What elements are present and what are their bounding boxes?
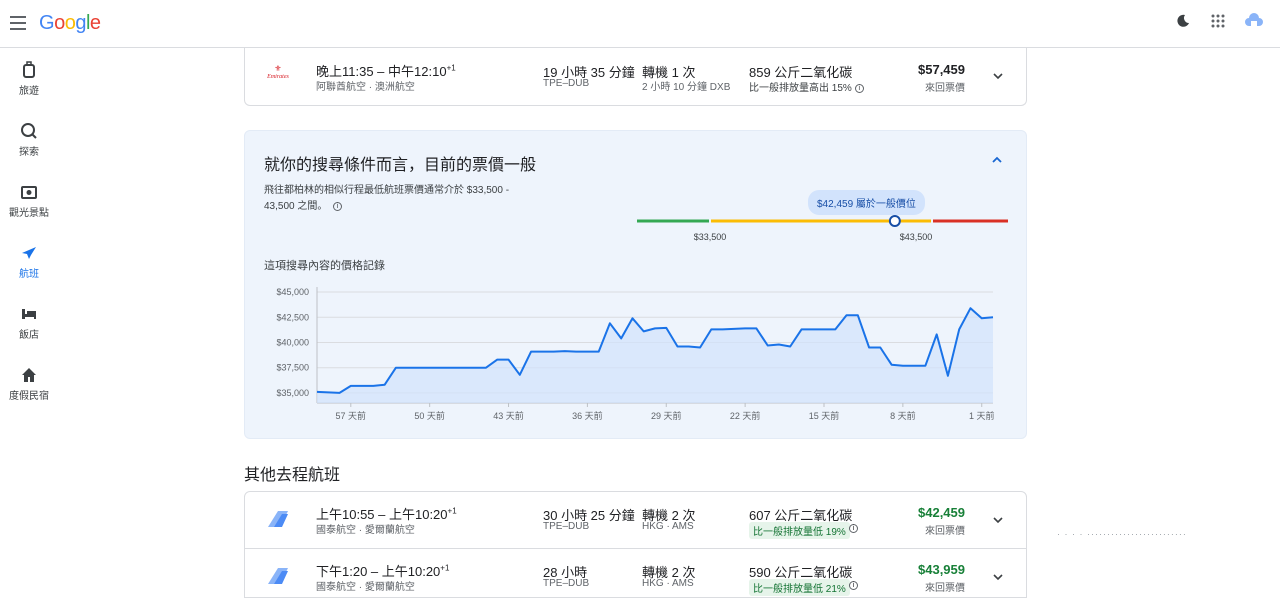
apps-grid-icon[interactable] [1211,14,1225,33]
x-tick-label: 36 天前 [572,410,603,421]
layover-info: HKG · AMS [642,521,694,532]
layover-info: 2 小時 10 分鐘 DXB [642,82,731,93]
range-low-label: $33,500 [694,232,727,242]
x-tick-label: 29 天前 [651,410,682,421]
x-tick-label: 1 天前 [969,410,995,421]
sidebar-item-label: 觀光景點 [9,208,49,219]
info-icon[interactable]: i [333,201,343,211]
y-tick-label: $45,000 [276,287,309,297]
info-icon[interactable]: i [854,83,864,93]
sidebar-item-label: 探索 [19,147,39,158]
luggage-icon [23,61,35,78]
hotel-icon [22,309,36,319]
other-flights-heading: 其他去程航班 [244,467,341,484]
price-insight-title: 就你的搜尋條件而言，目前的票價一般 [264,157,537,174]
x-tick-label: 43 天前 [493,410,524,421]
sidebar-item-label: 旅遊 [19,86,39,97]
sidebar-item-vacation-rentals[interactable]: 度假民宿 [0,365,58,402]
x-tick-label: 22 天前 [730,410,761,421]
flight-price: $57,459 [918,62,965,77]
price-history-chart: $45,000 $42,500 $40,000 $37,500 $35,000 57 天前… [276,287,995,421]
y-tick-label: $42,500 [276,312,309,322]
y-tick-label: $37,500 [276,363,309,373]
price-type: 來回票價 [925,526,965,537]
current-price-marker [888,215,901,227]
chevron-up-icon[interactable] [991,155,1003,165]
camera-icon [21,186,37,199]
co2-comparison: 比一般排放量低 19% [749,522,850,539]
decorative-dots: · · · · ························· [1057,529,1187,539]
flight-price: $43,959 [918,562,965,577]
flight-price: $42,459 [918,505,965,520]
sidebar-item-label: 飯店 [19,330,39,341]
flight-route: TPE–DUB [543,521,590,532]
chevron-down-icon[interactable] [992,514,1004,526]
top-app-bar: Google [0,0,1280,48]
menu-icon[interactable] [10,16,26,30]
chevron-down-icon[interactable] [992,571,1004,583]
price-type: 來回票價 [925,583,965,594]
moon-icon[interactable] [1176,14,1190,33]
flight-route: TPE–DUB [543,578,590,589]
y-tick-label: $35,000 [276,388,309,398]
price-type: 來回票價 [925,83,965,94]
x-tick-label: 50 天前 [414,410,445,421]
current-price-badge: $42,459 屬於一般價位 [808,190,925,215]
co2-comparison: 比一般排放量低 21% [749,579,850,596]
airline-names: 阿聯酋航空 · 澳洲航空 [316,82,415,93]
airline-tail-logo [268,568,288,584]
co2-comparison: 比一般排放量高出 15% i [749,79,864,94]
sidebar-item-travel[interactable]: 旅遊 [0,60,58,97]
price-history-title: 這項搜尋內容的價格記錄 [264,260,385,272]
sidebar-item-flights[interactable]: 航班 [0,243,58,280]
flight-result-card[interactable]: ⚜ Emirates 晚上11:35 – 中午12:10+1 阿聯酋航空 · 澳… [244,48,1027,106]
y-tick-label: $40,000 [276,337,309,347]
x-tick-label: 8 天前 [890,410,916,421]
sidebar-item-label: 航班 [19,269,39,280]
account-cloud-icon[interactable] [1245,13,1263,34]
flight-result-card[interactable]: 上午10:55 – 上午10:20+1 國泰航空 · 愛爾蘭航空 30 小時 2… [244,491,1027,549]
airline-tail-logo [268,511,288,527]
range-high-label: $43,500 [900,232,933,242]
price-insights-panel: 就你的搜尋條件而言，目前的票價一般 飛往都柏林的相似行程最低航班票價通常介於 $… [244,130,1027,439]
price-area [317,308,993,403]
sidebar-item-label: 度假民宿 [9,391,49,402]
flight-icon [22,247,36,259]
home-icon [22,368,36,382]
explore-icon [21,123,37,139]
google-logo[interactable]: Google [39,12,101,35]
x-tick-label: 57 天前 [336,410,367,421]
x-tick-label: 15 天前 [809,410,840,421]
sidebar-item-attractions[interactable]: 觀光景點 [0,182,58,219]
layover-info: HKG · AMS [642,578,694,589]
airline-names: 國泰航空 · 愛爾蘭航空 [316,525,415,536]
sidebar-item-explore[interactable]: 探索 [0,121,58,158]
price-range-bar: $33,500 $43,500 [637,215,1008,242]
info-icon[interactable]: i [849,524,858,533]
flight-route: TPE–DUB [543,78,590,89]
chevron-down-icon[interactable] [992,70,1004,82]
price-range-description: 飛往都柏林的相似行程最低航班票價通常介於 $33,500 - 43,500 之間… [264,185,510,212]
sidebar-item-hotels[interactable]: 飯店 [0,304,58,341]
airline-logo: ⚜ Emirates [267,64,289,80]
info-icon[interactable]: i [849,581,858,590]
